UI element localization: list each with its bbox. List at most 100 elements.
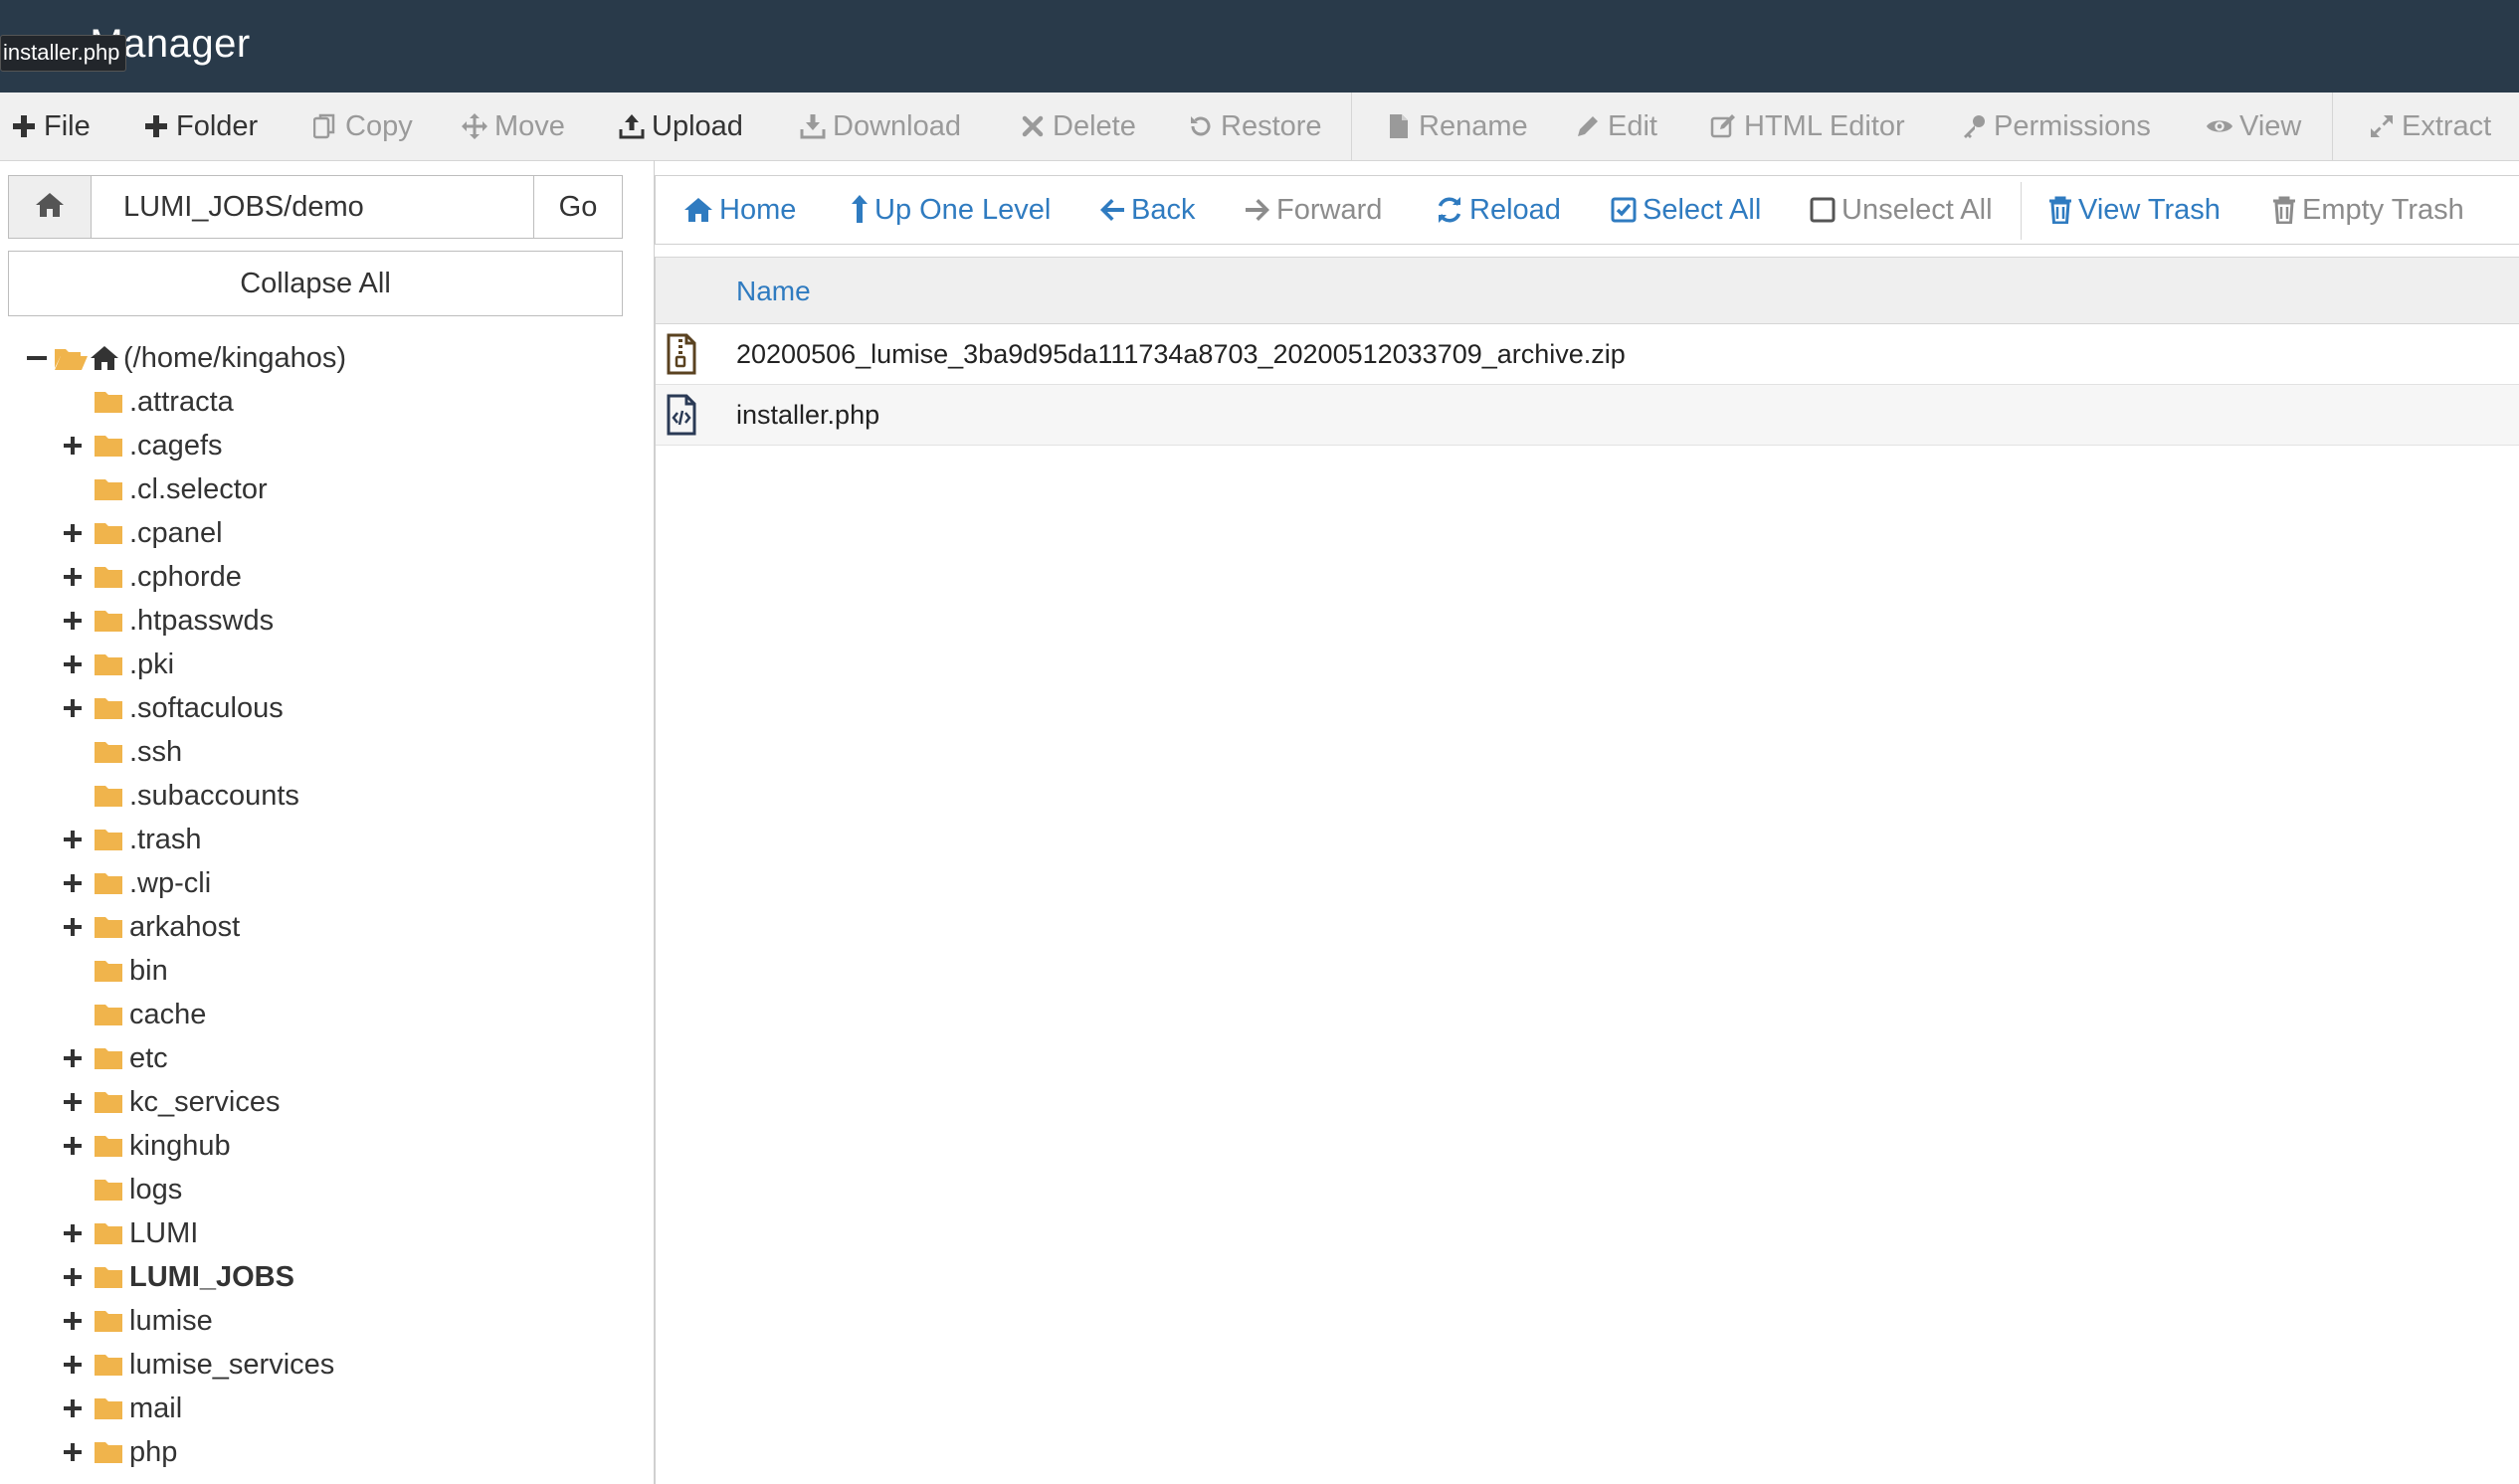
tree-item[interactable]: bin — [60, 949, 168, 993]
expand-toggle-icon[interactable] — [60, 1093, 86, 1111]
view-trash-button[interactable]: View Trash — [2048, 176, 2221, 244]
home-icon — [35, 192, 65, 223]
tree-item[interactable]: kc_services — [60, 1080, 281, 1124]
trash-icon — [2048, 196, 2072, 224]
html-editor-button[interactable]: HTML Editor — [1710, 93, 1905, 160]
table-row[interactable]: installer.php — [656, 385, 2519, 446]
folder-icon — [94, 609, 123, 633]
folder-icon — [94, 390, 123, 414]
empty-trash-button[interactable]: Empty Trash — [2272, 176, 2464, 244]
select-all-button[interactable]: Select All — [1611, 176, 1761, 244]
folder-icon — [94, 740, 123, 764]
expand-toggle-icon[interactable] — [60, 1399, 86, 1417]
expand-toggle-icon[interactable] — [60, 1443, 86, 1461]
folder-icon — [94, 1353, 123, 1377]
copy-button[interactable]: Copy — [311, 93, 413, 160]
file-icon — [1385, 112, 1413, 140]
expand-toggle-icon[interactable] — [60, 568, 86, 586]
path-input[interactable] — [92, 176, 544, 238]
expand-toggle-icon[interactable] — [60, 524, 86, 542]
tree-item[interactable]: .softaculous — [60, 686, 284, 730]
upload-button[interactable]: Upload — [618, 93, 743, 160]
tree-item[interactable]: .ssh — [60, 730, 182, 774]
view-button[interactable]: View — [2206, 93, 2301, 160]
toolbar-separator — [2332, 93, 2333, 160]
delete-button[interactable]: Delete — [1019, 93, 1136, 160]
folder-icon — [94, 959, 123, 983]
expand-toggle-icon[interactable] — [60, 1137, 86, 1155]
tree-root[interactable]: (/home/kingahos) — [24, 336, 346, 380]
download-button[interactable]: Download — [799, 93, 961, 160]
toolbar-move-label: Move — [494, 109, 565, 142]
folder-open-icon — [54, 345, 88, 371]
tree-item[interactable]: kinghub — [60, 1124, 231, 1168]
nav-back-label: Back — [1131, 193, 1196, 226]
tree-item[interactable]: logs — [60, 1168, 182, 1211]
permissions-button[interactable]: Permissions — [1960, 93, 2151, 160]
reload-button[interactable]: Reload — [1436, 176, 1561, 244]
expand-toggle-icon[interactable] — [60, 1049, 86, 1067]
new-file-button[interactable]: File — [10, 93, 91, 160]
name-column-header[interactable]: Name — [736, 276, 811, 307]
tree-item[interactable]: .cpanel — [60, 511, 223, 555]
expand-toggle-icon[interactable] — [60, 1356, 86, 1374]
tree-item[interactable]: arkahost — [60, 905, 240, 949]
expand-toggle-icon[interactable] — [60, 1224, 86, 1242]
edit-button[interactable]: Edit — [1574, 93, 1657, 160]
tree-item[interactable]: mail — [60, 1387, 182, 1430]
tree-item[interactable]: .subaccounts — [60, 774, 299, 818]
upload-icon — [618, 112, 646, 140]
home-button[interactable]: Home — [683, 176, 796, 244]
folder-icon — [94, 871, 123, 895]
tree-item-label: bin — [129, 954, 168, 987]
expand-toggle-icon[interactable] — [60, 612, 86, 630]
tree-item[interactable]: etc — [60, 1036, 168, 1080]
go-button[interactable]: Go — [533, 176, 622, 238]
expand-toggle-icon[interactable] — [60, 1268, 86, 1286]
tree-item[interactable]: .htpasswds — [60, 599, 274, 643]
tree-item[interactable]: LUMI — [60, 1211, 198, 1255]
tree-item-label: .ssh — [129, 735, 183, 768]
collapse-all-button[interactable]: Collapse All — [8, 251, 623, 316]
rename-button[interactable]: Rename — [1385, 93, 1528, 160]
tree-item[interactable]: .wp-cli — [60, 861, 211, 905]
tree-item[interactable]: .trash — [60, 818, 202, 861]
tree-item-label: .cphorde — [129, 560, 242, 593]
eye-icon — [2206, 112, 2233, 140]
collapse-toggle-icon[interactable] — [24, 356, 50, 360]
expand-toggle-icon[interactable] — [60, 1312, 86, 1330]
forward-button[interactable]: Forward — [1245, 176, 1382, 244]
folder-icon — [94, 1396, 123, 1420]
tree-item[interactable]: lumise_services — [60, 1343, 334, 1387]
restore-button[interactable]: Restore — [1187, 93, 1322, 160]
tree-item-label: lumise_services — [129, 1348, 335, 1381]
nav-separator — [2021, 182, 2022, 240]
new-folder-button[interactable]: Folder — [142, 93, 258, 160]
table-header: Name — [656, 257, 2519, 324]
tree-item[interactable]: php — [60, 1430, 177, 1474]
table-row[interactable]: 20200506_lumise_3ba9d95da111734a8703_202… — [656, 324, 2519, 385]
path-home-button[interactable] — [9, 176, 92, 238]
tree-item[interactable]: .attracta — [60, 380, 234, 424]
expand-toggle-icon[interactable] — [60, 874, 86, 892]
tree-item[interactable]: .cl.selector — [60, 467, 268, 511]
expand-toggle-icon[interactable] — [60, 831, 86, 848]
expand-toggle-icon[interactable] — [60, 437, 86, 455]
unselect-all-button[interactable]: Unselect All — [1810, 176, 1993, 244]
refresh-icon — [1436, 196, 1463, 224]
tree-item[interactable]: cache — [60, 993, 206, 1036]
back-button[interactable]: Back — [1099, 176, 1195, 244]
expand-toggle-icon[interactable] — [60, 918, 86, 936]
expand-toggle-icon[interactable] — [60, 655, 86, 673]
expand-toggle-icon[interactable] — [60, 699, 86, 717]
extract-button[interactable]: Extract — [2368, 93, 2491, 160]
toolbar-download-label: Download — [833, 109, 961, 142]
tree-item-label: .pki — [129, 648, 175, 680]
tree-item[interactable]: .pki — [60, 643, 174, 686]
up-one-level-button[interactable]: Up One Level — [851, 176, 1051, 244]
tree-item[interactable]: .cphorde — [60, 555, 242, 599]
tree-item[interactable]: LUMI_JOBS — [60, 1255, 294, 1299]
move-button[interactable]: Move — [461, 93, 565, 160]
tree-item[interactable]: lumise — [60, 1299, 213, 1343]
tree-item[interactable]: .cagefs — [60, 424, 223, 467]
